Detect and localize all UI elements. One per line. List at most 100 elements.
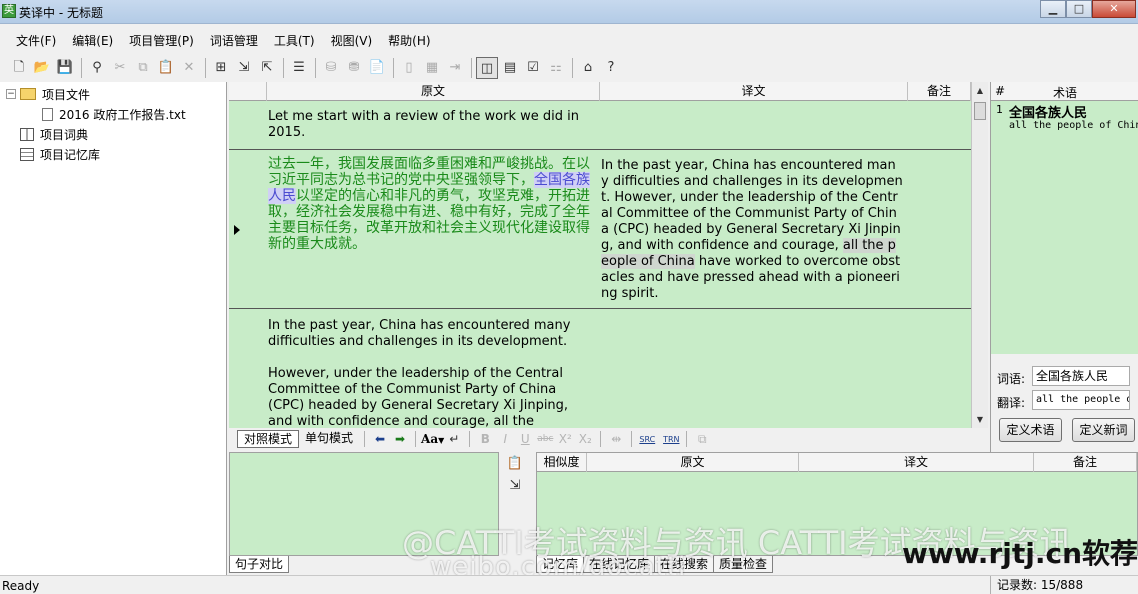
terminology-panel: # 术语 1 全国各族人民 all the people of China: [990, 82, 1138, 354]
translation-label: 翻译:: [997, 396, 1026, 410]
bottom-left-tabs: 句子对比: [229, 556, 290, 574]
merge-icon[interactable]: ▦: [421, 57, 443, 79]
subscript-icon[interactable]: X₂: [575, 432, 595, 446]
return-icon[interactable]: ↵: [444, 432, 464, 446]
underline-icon[interactable]: U: [515, 432, 535, 446]
width-icon[interactable]: ⇹: [606, 432, 626, 446]
layout-check-icon[interactable]: ☑: [522, 57, 544, 79]
help-icon[interactable]: ?: [600, 57, 622, 79]
memory-icon: [20, 147, 34, 161]
record-count: 记录数: 15/888: [990, 576, 1083, 594]
header-source[interactable]: 原文: [587, 453, 799, 472]
grid-header-source[interactable]: 原文: [267, 82, 600, 101]
paste-icon[interactable]: 📋: [155, 57, 177, 79]
header-note[interactable]: 备注: [1034, 453, 1137, 472]
tree-node-memory[interactable]: 项目记忆库: [0, 144, 226, 164]
tree-node-dictionary[interactable]: 项目词典: [0, 124, 226, 144]
db-add-icon[interactable]: ⛃: [343, 57, 365, 79]
italic-icon[interactable]: I: [495, 432, 515, 446]
title-bar: 英 英译中 - 无标题 ▁ □ ✕: [0, 0, 1138, 24]
copy-match-icon[interactable]: 📋: [506, 455, 524, 473]
term-header: # 术语: [991, 82, 1138, 101]
menu-file[interactable]: 文件(F): [8, 28, 64, 50]
header-target[interactable]: 译文: [799, 453, 1034, 472]
segment-target[interactable]: In the past year, China has encountered …: [601, 158, 903, 302]
layout-grid-icon[interactable]: ⚏: [545, 57, 567, 79]
properties-icon[interactable]: ☰: [288, 57, 310, 79]
toolbar-separator: [283, 58, 284, 78]
tab-sentence-compare[interactable]: 句子对比: [229, 556, 290, 573]
translation-input[interactable]: all the people of China: [1032, 390, 1130, 410]
next-arrow-icon[interactable]: ➡: [390, 432, 410, 446]
modebar-separator: [415, 431, 417, 447]
tree-node-file[interactable]: 2016 政府工作报告.txt: [0, 104, 226, 124]
grid-header-note[interactable]: 备注: [908, 82, 971, 101]
home-icon[interactable]: ⌂: [577, 57, 599, 79]
insert-match-icon[interactable]: ⇲: [506, 477, 524, 495]
word-input[interactable]: 全国各族人民: [1032, 366, 1130, 386]
copy-icon[interactable]: ⧉: [132, 57, 154, 79]
menu-edit[interactable]: 编辑(E): [64, 28, 121, 50]
scroll-down-icon[interactable]: ▼: [972, 411, 988, 428]
strikethrough-icon[interactable]: abc: [535, 434, 555, 444]
menu-view[interactable]: 视图(V): [323, 28, 381, 50]
find-icon[interactable]: ⚲: [86, 57, 108, 79]
collapse-icon[interactable]: −: [6, 89, 16, 99]
define-term-button[interactable]: 定义术语: [999, 418, 1062, 442]
grid-header-indicator: [229, 82, 267, 101]
segment-row[interactable]: Let me start with a review of the work w…: [229, 102, 971, 150]
scroll-thumb[interactable]: [974, 102, 986, 120]
segment-source[interactable]: Let me start with a review of the work w…: [268, 109, 592, 141]
menu-help[interactable]: 帮助(H): [380, 28, 438, 50]
font-dropdown[interactable]: Aa▼: [421, 432, 444, 446]
add-project-icon[interactable]: ⊞: [210, 57, 232, 79]
segment-source[interactable]: In the past year, China has encountered …: [268, 318, 592, 428]
grid-scrollbar[interactable]: ▲ ▼: [971, 82, 988, 428]
new-file-icon[interactable]: 🗋: [8, 57, 30, 79]
prev-arrow-icon[interactable]: ⬅: [370, 432, 390, 446]
minimize-icon[interactable]: ▁: [1040, 0, 1066, 18]
compare-mode-tab[interactable]: 对照模式: [237, 430, 300, 448]
modebar-separator: [686, 431, 688, 447]
close-icon[interactable]: ✕: [1092, 0, 1136, 18]
menu-project[interactable]: 项目管理(P): [121, 28, 202, 50]
trn-icon[interactable]: TRN: [661, 435, 681, 444]
import-icon[interactable]: ⇲: [233, 57, 255, 79]
delete-icon[interactable]: ✕: [178, 57, 200, 79]
status-bar: Ready 记录数: 15/888: [0, 575, 1138, 594]
tree-label: 项目词典: [40, 127, 89, 142]
define-word-button[interactable]: 定义新词: [1072, 418, 1135, 442]
book-icon: [20, 127, 34, 141]
split-icon[interactable]: ⇥: [444, 57, 466, 79]
grid-header-target[interactable]: 译文: [600, 82, 908, 101]
scroll-up-icon[interactable]: ▲: [972, 82, 988, 99]
superscript-icon[interactable]: X²: [555, 432, 575, 446]
modebar-separator: [469, 431, 471, 447]
bold-icon[interactable]: B: [475, 432, 495, 446]
toolbar-separator: [471, 58, 472, 78]
maximize-icon[interactable]: □: [1066, 0, 1092, 18]
status-ready: Ready: [2, 579, 40, 593]
header-similarity[interactable]: 相似度: [537, 453, 587, 472]
segment-row-active[interactable]: 过去一年，我国发展面临多重困难和严峻挑战。在以习近平同志为总书记的党中央坚强领导…: [229, 151, 971, 309]
db-icon[interactable]: ⛁: [320, 57, 342, 79]
open-folder-icon[interactable]: 📂: [31, 57, 53, 79]
menu-terms[interactable]: 词语管理: [202, 28, 266, 50]
src-icon[interactable]: SRC: [637, 435, 657, 444]
segment-row[interactable]: In the past year, China has encountered …: [229, 310, 971, 428]
layout-side-icon[interactable]: ◫: [476, 57, 498, 79]
cut-icon[interactable]: ✂: [109, 57, 131, 79]
memory-results-header: 相似度 原文 译文 备注: [537, 453, 1137, 472]
segment-source[interactable]: 过去一年，我国发展面临多重困难和严峻挑战。在以习近平同志为总书记的党中央坚强领导…: [268, 156, 592, 252]
toolbar-separator: [205, 58, 206, 78]
clipboard-icon[interactable]: 📄: [366, 57, 388, 79]
word-label: 词语:: [997, 372, 1026, 386]
sentence-mode-tab[interactable]: 单句模式: [299, 430, 359, 448]
copy-segment-icon[interactable]: ⧉: [692, 432, 712, 447]
segment-icon[interactable]: ▯: [398, 57, 420, 79]
save-icon[interactable]: 💾: [54, 57, 76, 79]
menu-tools[interactable]: 工具(T): [266, 28, 323, 50]
layout-rows-icon[interactable]: ▤: [499, 57, 521, 79]
export-icon[interactable]: ⇱: [256, 57, 278, 79]
tree-node-project-files[interactable]: − 项目文件: [0, 84, 226, 104]
